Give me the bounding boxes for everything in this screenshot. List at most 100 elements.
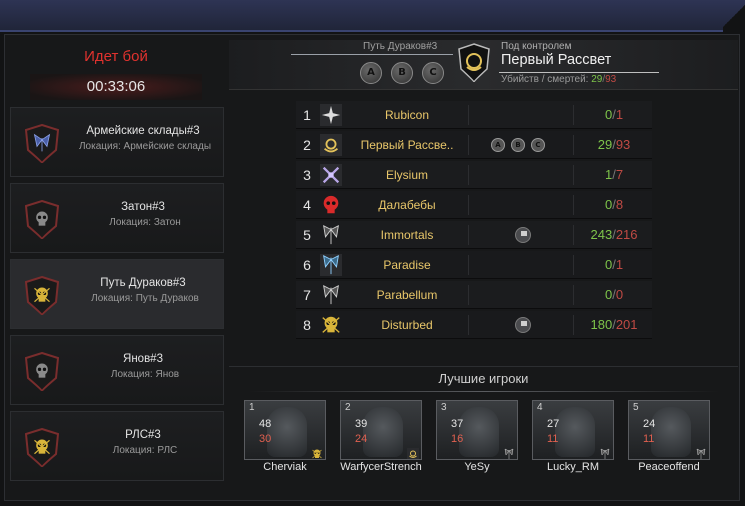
player-helmet-image <box>363 407 403 457</box>
header-divider <box>291 54 453 55</box>
clan-kills: 180 <box>590 317 613 332</box>
flag-icon <box>515 227 531 243</box>
location-subtitle: Локация: Янов <box>110 369 180 380</box>
control-divider <box>499 72 659 73</box>
best-players-divider <box>249 391 719 392</box>
wings-icon <box>600 448 610 459</box>
location-card[interactable]: Путь Дураков#3 Локация: Путь Дураков <box>10 259 224 329</box>
location-subtitle: Локация: Затон <box>109 217 181 228</box>
clan-emblem <box>320 164 342 186</box>
table-row[interactable]: 6 Paradise 0/1 <box>296 251 652 279</box>
player-clan-badge <box>503 445 515 459</box>
point-c-icon: C <box>531 138 545 152</box>
player-deaths: 30 <box>259 433 272 445</box>
skull-icon <box>36 363 48 378</box>
location-shield <box>24 275 60 316</box>
clan-deaths: 7 <box>615 167 624 182</box>
player-rank: 1 <box>249 402 255 413</box>
clan-held-points <box>468 195 574 215</box>
clan-rank: 7 <box>303 287 311 303</box>
clan-deaths: 1 <box>615 107 624 122</box>
player-helmet-image <box>651 407 691 457</box>
skull-icon <box>36 211 48 226</box>
location-card[interactable]: Янов#3 Локация: Янов <box>10 335 224 405</box>
clan-emblem <box>320 104 342 126</box>
yellow-skull-icon <box>322 316 340 333</box>
location-subtitle: Локация: Путь Дураков <box>91 293 199 304</box>
clan-held-points <box>468 255 574 275</box>
clan-name: Elysium <box>385 168 428 182</box>
top-bar <box>0 0 745 32</box>
clan-score: 0/8 <box>576 191 652 219</box>
player-deaths: 11 <box>643 433 655 445</box>
clan-score: 1/7 <box>576 161 652 189</box>
location-card[interactable]: Затон#3 Локация: Затон <box>10 183 224 253</box>
wings-icon <box>323 285 339 305</box>
best-players-title: Лучшие игроки <box>438 371 529 386</box>
point-b-icon: B <box>511 138 525 152</box>
clan-held-points <box>468 315 574 335</box>
clan-deaths: 216 <box>615 227 638 242</box>
yellow-skull-icon <box>312 449 322 459</box>
header-location-name: Путь Дураков#3 <box>363 41 438 52</box>
player-deaths: 16 <box>451 433 464 445</box>
player-card[interactable]: 3 37 16 YeSy <box>436 400 518 478</box>
clan-deaths: 1 <box>615 257 624 272</box>
star-icon <box>320 104 342 126</box>
location-name: Янов#3 <box>123 353 163 365</box>
table-row[interactable]: 3 Elysium 1/7 <box>296 161 652 189</box>
point-c-icon: C <box>422 62 444 84</box>
battle-timer: 00:33:06 <box>30 74 202 100</box>
clan-deaths: 0 <box>615 287 624 302</box>
gold-wreath-icon <box>320 134 342 156</box>
player-card[interactable]: 2 39 24 WarfycerStrench <box>340 400 422 478</box>
location-card[interactable]: Армейские склады#3 Локация: Армейские скл… <box>10 107 224 177</box>
player-clan-badge <box>311 445 323 459</box>
clan-rank: 4 <box>303 197 311 213</box>
table-row[interactable]: 5 Immortals 243/216 <box>296 221 652 249</box>
player-kills: 37 <box>451 418 464 430</box>
clan-emblem <box>320 224 342 246</box>
red-skull-icon <box>323 195 339 214</box>
clan-kills: 243 <box>590 227 613 242</box>
location-header: Путь Дураков#3 A B C Под контролем Первы… <box>229 40 738 90</box>
player-deaths: 11 <box>547 433 559 445</box>
clan-name: Disturbed <box>381 318 433 332</box>
clan-held-points <box>468 105 574 125</box>
control-label: Под контролем <box>501 41 572 52</box>
player-rank: 2 <box>345 402 351 413</box>
player-helmet-image <box>555 407 595 457</box>
table-row[interactable]: 1 Rubicon 0/1 <box>296 101 652 129</box>
player-card[interactable]: 1 48 30 Cherviak <box>244 400 326 478</box>
player-name: Lucky_RM <box>547 461 599 473</box>
blue-eagle-icon <box>33 133 51 152</box>
player-kills: 27 <box>547 418 560 430</box>
location-card[interactable]: РЛС#3 Локация: РЛС <box>10 411 224 481</box>
location-shield <box>24 427 60 468</box>
table-row[interactable]: 2 Первый Рассве.. A B C 29/93 <box>296 131 652 159</box>
player-portrait: 1 48 30 <box>244 400 326 460</box>
clan-rank: 6 <box>303 257 311 273</box>
flag-icon <box>515 317 531 333</box>
clan-deaths: 8 <box>615 197 624 212</box>
player-portrait: 5 24 11 <box>628 400 710 460</box>
location-shield <box>24 351 60 392</box>
clan-score: 29/93 <box>576 131 652 159</box>
player-card[interactable]: 5 24 11 Peaceoffend <box>628 400 710 478</box>
table-row[interactable]: 7 Parabellum 0/0 <box>296 281 652 309</box>
control-deaths: 93 <box>605 74 617 85</box>
gold-wreath-icon <box>407 448 419 459</box>
table-row[interactable]: 4 Далабебы 0/8 <box>296 191 652 219</box>
clan-score: 180/201 <box>576 311 652 339</box>
controlling-clan-emblem-icon <box>458 43 490 83</box>
player-card[interactable]: 4 27 11 Lucky_RM <box>532 400 614 478</box>
clan-emblem <box>320 134 342 156</box>
player-portrait: 2 39 24 <box>340 400 422 460</box>
player-rank: 3 <box>441 402 447 413</box>
clan-score: 0/1 <box>576 101 652 129</box>
table-row[interactable]: 8 Disturbed 180/201 <box>296 311 652 339</box>
location-name: Армейские склады#3 <box>86 125 200 137</box>
clan-deaths: 93 <box>615 137 631 152</box>
wings-icon <box>323 225 339 245</box>
player-rank: 4 <box>537 402 543 413</box>
